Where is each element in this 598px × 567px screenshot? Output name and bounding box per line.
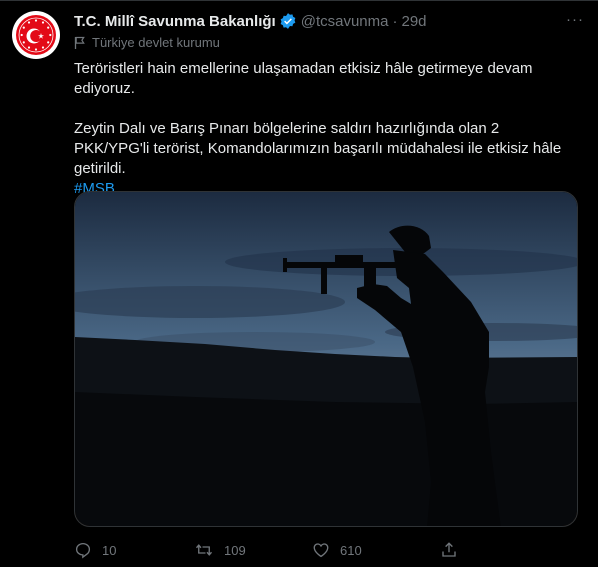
account-label[interactable]: Türkiye devlet kurumu [74, 35, 220, 50]
tweet-text: Teröristleri hain emellerine ulaşamadan … [74, 59, 574, 199]
share-icon [442, 542, 456, 557]
soldier-silhouette-photo [75, 192, 577, 526]
separator-dot: · [392, 12, 398, 30]
msb-emblem-icon [16, 15, 56, 55]
author-handle[interactable]: @tcsavunma [301, 13, 389, 30]
reply-count: 10 [102, 542, 117, 558]
reply-icon [75, 542, 91, 559]
tweet-text-line2: Zeytin Dalı ve Barış Pınarı bölgelerine … [74, 120, 562, 177]
tweet[interactable]: T.C. Millî Savunma Bakanlığı @tcsavunma … [0, 0, 598, 567]
tweet-image[interactable] [74, 191, 578, 527]
verified-badge-icon [279, 12, 297, 30]
share-button[interactable] [440, 541, 468, 559]
flag-icon [74, 36, 86, 50]
like-button[interactable]: 610 [312, 541, 440, 559]
reply-button[interactable]: 10 [74, 541, 194, 559]
more-options-button[interactable]: ··· [566, 11, 584, 28]
account-label-text: Türkiye devlet kurumu [92, 35, 220, 50]
retweet-button[interactable]: 109 [194, 541, 312, 559]
like-count: 610 [340, 542, 362, 558]
tweet-timestamp[interactable]: 29d [401, 13, 426, 30]
tweet-actions: 10 109 610 [74, 541, 504, 559]
retweet-icon [195, 544, 213, 556]
avatar[interactable] [12, 11, 60, 59]
retweet-count: 109 [224, 542, 246, 558]
tweet-header: T.C. Millî Savunma Bakanlığı @tcsavunma … [74, 11, 586, 31]
author-name[interactable]: T.C. Millî Savunma Bakanlığı [74, 13, 276, 30]
heart-icon [313, 543, 329, 558]
tweet-text-line1: Teröristleri hain emellerine ulaşamadan … [74, 60, 533, 97]
